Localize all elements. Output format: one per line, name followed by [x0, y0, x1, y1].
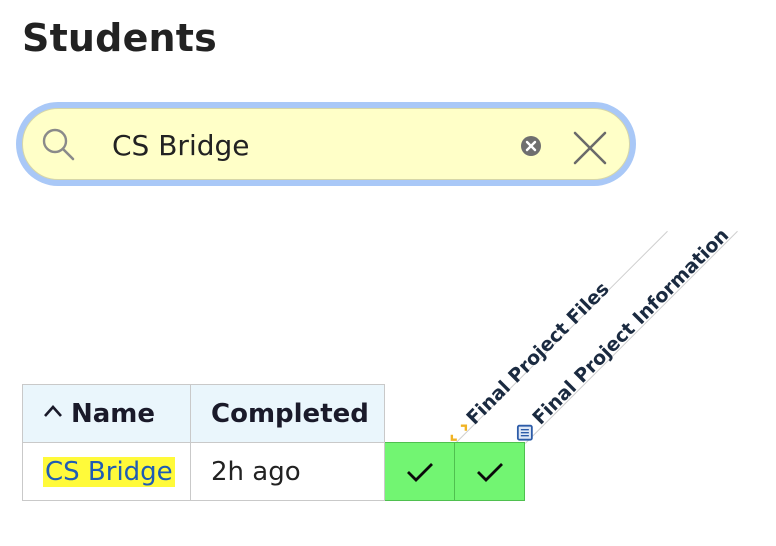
chevron-up-icon — [44, 405, 62, 417]
table-header-row: Name Completed — [22, 384, 525, 443]
close-x-icon[interactable] — [572, 130, 608, 166]
clear-circle-x-icon[interactable] — [519, 134, 543, 158]
status-cell-final-project-files[interactable] — [384, 442, 455, 501]
search-icon — [42, 128, 75, 161]
name-column-label: Name — [71, 398, 156, 429]
checkmark-icon — [476, 462, 503, 482]
completed-column-header[interactable]: Completed — [190, 384, 385, 443]
search-input[interactable] — [112, 120, 492, 170]
checkmark-icon — [406, 462, 433, 482]
completed-column-label: Completed — [211, 398, 369, 429]
page-title: Students — [22, 16, 217, 60]
table-row: CS Bridge 2h ago — [22, 442, 525, 501]
name-column-header[interactable]: Name — [22, 384, 191, 443]
student-name-cell: CS Bridge — [22, 442, 191, 501]
page: Students Final Project Files Final P — [0, 0, 776, 546]
student-name-link[interactable]: CS Bridge — [43, 456, 175, 487]
status-cell-final-project-information[interactable] — [454, 442, 525, 501]
students-table: Name Completed CS Bridge 2h ago — [22, 384, 525, 501]
completed-time-cell: 2h ago — [190, 442, 385, 501]
